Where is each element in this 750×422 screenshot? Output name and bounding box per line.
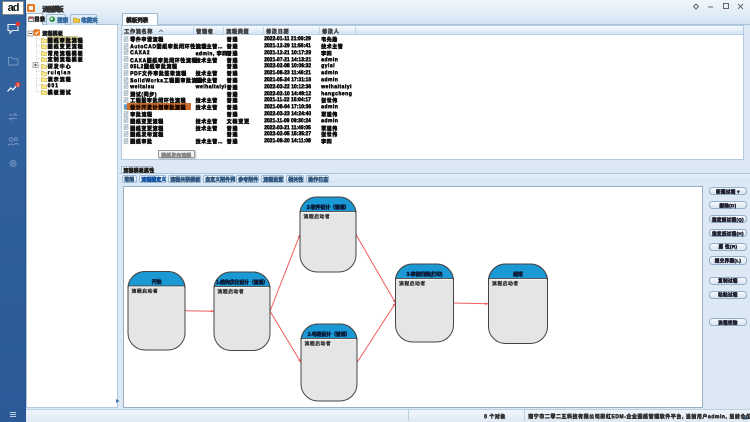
svg-text:流程启动者: 流程启动者 — [304, 213, 331, 220]
svg-text:流程启动者: 流程启动者 — [399, 280, 426, 287]
svg-text:流程启动者: 流程启动者 — [132, 287, 159, 294]
svg-text:结束: 结束 — [513, 271, 524, 278]
svg-text:流程启动者: 流程启动者 — [492, 280, 519, 287]
svg-text:开始: 开始 — [152, 279, 162, 286]
svg-text:流程启动者: 流程启动者 — [218, 288, 245, 295]
svg-text:2-电路设计（普通）: 2-电路设计（普通） — [308, 331, 350, 338]
svg-text:2-软件设计（普通）: 2-软件设计（普通） — [307, 204, 349, 211]
svg-text:流程启动者: 流程启动者 — [305, 340, 332, 347]
svg-text:3-审核归档(打印): 3-审核归档(打印) — [407, 271, 443, 278]
svg-text:1-结构优化设计（普通）: 1-结构优化设计（普通） — [216, 279, 268, 286]
